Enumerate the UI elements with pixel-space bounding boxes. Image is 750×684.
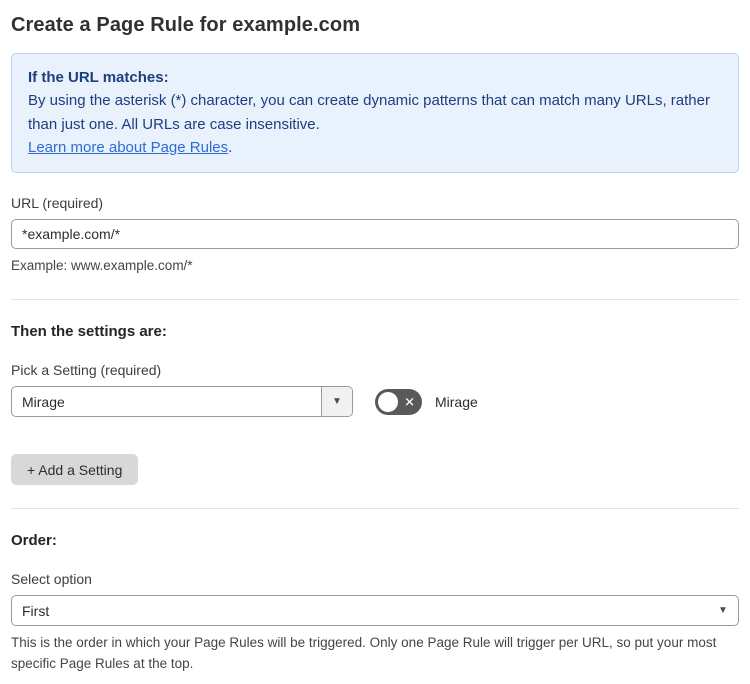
divider xyxy=(11,508,739,510)
info-box-heading: If the URL matches: xyxy=(28,69,169,86)
toggle-knob xyxy=(378,391,398,412)
url-input[interactable] xyxy=(11,219,739,249)
mirage-toggle[interactable]: ✕ xyxy=(375,388,422,415)
info-box-link-line: Learn more about Page Rules. xyxy=(28,136,722,159)
url-example-helper: Example: www.example.com/* xyxy=(11,258,193,273)
setting-row: Mirage ▼ ✕ Mirage xyxy=(11,386,739,418)
order-helper-text: This is the order in which your Page Rul… xyxy=(11,635,717,671)
add-setting-button[interactable]: + Add a Setting xyxy=(11,454,139,486)
chevron-down-icon: ▼ xyxy=(332,395,342,407)
divider xyxy=(11,299,739,301)
url-match-info-box: If the URL matches: By using the asteris… xyxy=(11,53,739,173)
pick-setting-label: Pick a Setting (required) xyxy=(11,362,162,379)
order-section-heading: Order: xyxy=(11,532,57,550)
info-box-body: By using the asterisk (*) character, you… xyxy=(28,92,710,133)
url-field-label: URL (required) xyxy=(11,195,104,211)
mirage-toggle-label: Mirage xyxy=(435,393,478,410)
setting-select[interactable]: Mirage ▼ xyxy=(11,386,353,418)
link-period: . xyxy=(228,138,233,156)
chevron-down-icon: ▼ xyxy=(718,604,728,616)
setting-select-value: Mirage xyxy=(22,393,65,410)
order-select-value: First xyxy=(22,602,50,619)
learn-more-link[interactable]: Learn more about Page Rules xyxy=(28,139,228,156)
order-select[interactable]: First ▼ xyxy=(11,595,739,627)
order-select-label: Select option xyxy=(11,571,92,588)
page-title: Create a Page Rule for example.com xyxy=(11,14,361,36)
toggle-off-x-icon: ✕ xyxy=(404,394,415,410)
settings-section-heading: Then the settings are: xyxy=(11,323,167,341)
setting-select-arrow-button[interactable]: ▼ xyxy=(321,387,352,417)
